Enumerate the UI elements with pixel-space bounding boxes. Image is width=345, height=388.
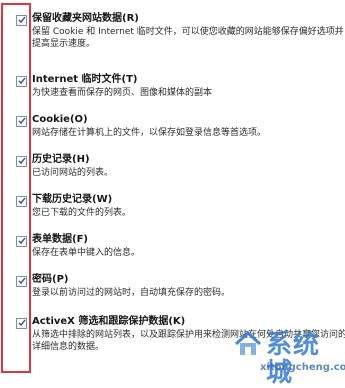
checkmark-icon bbox=[18, 197, 26, 205]
history-description: 已访问网站的列表。 bbox=[32, 168, 114, 178]
passwords-checkbox[interactable] bbox=[16, 276, 27, 287]
form-data-description: 保存在表单中键入的信息。 bbox=[32, 248, 141, 258]
passwords-description: 登录以前访问过的网站时，自动填充保存的密码。 bbox=[32, 288, 231, 298]
passwords-title: 密码(P) bbox=[32, 274, 69, 285]
history-checkbox[interactable] bbox=[16, 156, 27, 167]
download-history-title: 下载历史记录(W) bbox=[32, 194, 113, 205]
cookies-description: 网站存储在计算机上的文件，以保存如登录信息等首选项。 bbox=[32, 128, 267, 138]
favorites-data-checkbox[interactable] bbox=[16, 15, 27, 26]
form-data-checkbox[interactable] bbox=[16, 236, 27, 247]
activex-tracking-data-description: 从筛选中排除的网站列表，以及跟踪保护用来检测网站在何处自动共享您访问的详细信息的… bbox=[32, 330, 345, 352]
history-title: 历史记录(H) bbox=[32, 154, 90, 165]
checkmark-icon bbox=[18, 16, 26, 24]
checkmark-icon bbox=[18, 277, 26, 285]
activex-tracking-data-title: ActiveX 筛选和跟踪保护数据(K) bbox=[32, 316, 186, 327]
activex-tracking-data-checkbox[interactable] bbox=[16, 318, 27, 329]
checkmark-icon bbox=[18, 117, 26, 125]
favorites-data-title: 保留收藏夹网站数据(R) bbox=[32, 13, 139, 24]
temporary-files-description: 为快速查看而保存的网页、图像和媒体的副本 bbox=[32, 88, 213, 98]
temporary-files-title: Internet 临时文件(T) bbox=[32, 74, 138, 85]
download-history-checkbox[interactable] bbox=[16, 196, 27, 207]
checkmark-icon bbox=[18, 319, 26, 327]
download-history-description: 您已下载的文件的列表。 bbox=[32, 208, 132, 218]
temporary-files-checkbox[interactable] bbox=[16, 76, 27, 87]
checkmark-icon bbox=[18, 157, 26, 165]
checkmark-icon bbox=[18, 77, 26, 85]
form-data-title: 表单数据(F) bbox=[32, 234, 88, 245]
cookies-checkbox[interactable] bbox=[16, 116, 27, 127]
watermark-site-text: xitongcheng.com bbox=[260, 362, 345, 373]
favorites-data-description: 保留 Cookie 和 Internet 临时文件，可以使您收藏的网站能够保存偏… bbox=[32, 27, 344, 49]
cookies-title: Cookie(O) bbox=[32, 114, 88, 125]
checkmark-icon bbox=[18, 237, 26, 245]
